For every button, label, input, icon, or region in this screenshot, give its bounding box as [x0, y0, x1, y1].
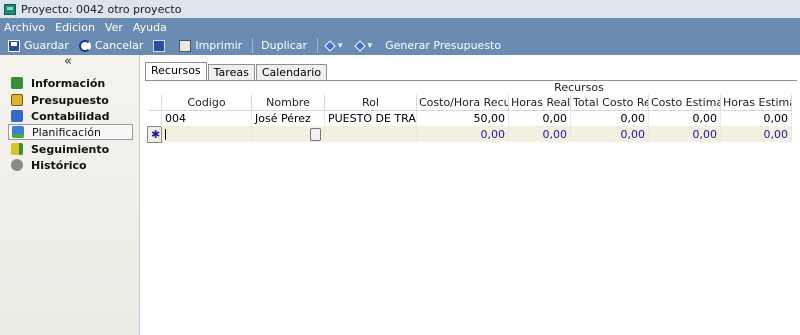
- resources-table: Codigo Nombre Rol Costo/Hora Recurso Hor…: [147, 95, 792, 143]
- menu-edicion[interactable]: Edicion: [55, 21, 95, 34]
- column-header[interactable]: Horas Estimadas: [720, 95, 792, 111]
- tab-strip: Recursos Tareas Calendario: [145, 62, 328, 80]
- cell-horas-estimadas[interactable]: 0,00: [720, 126, 792, 142]
- nav-item-label: Seguimiento: [31, 142, 110, 156]
- budget-icon: [11, 94, 23, 106]
- app-icon: [4, 3, 16, 15]
- nav-item-informacion[interactable]: Información: [8, 75, 133, 91]
- nav-item-historico[interactable]: Histórico: [8, 157, 133, 173]
- tab-recursos[interactable]: Recursos: [145, 62, 207, 80]
- generate-budget-button[interactable]: Generar Presupuesto: [385, 39, 501, 52]
- window-title: Proyecto: 0042 otro proyecto: [21, 2, 182, 16]
- lookup-button[interactable]: [310, 127, 321, 141]
- nav-item-label: Información: [31, 76, 106, 90]
- print-button[interactable]: Imprimir: [179, 39, 242, 52]
- menu-archivo[interactable]: Archivo: [4, 21, 45, 34]
- cell-horas-reales[interactable]: 0,00: [508, 110, 571, 126]
- printer-icon: [179, 39, 192, 52]
- resources-grid: Recursos Codigo Nombre Rol Costo/Hora Re…: [147, 80, 792, 143]
- save-close-button[interactable]: [153, 39, 169, 52]
- undo-icon: [78, 39, 91, 52]
- accounting-icon: [11, 110, 23, 122]
- nav-item-label: Contabilidad: [31, 109, 110, 123]
- table-row[interactable]: 004 José Pérez PUESTO DE TRABAJO 50,00 0…: [147, 110, 792, 126]
- navigate-down-button[interactable]: ▾: [353, 39, 376, 52]
- row-selector-header: [147, 95, 162, 111]
- dropdown-arrow-icon: ▾: [338, 40, 343, 51]
- menu-bar: Archivo Edicion Ver Ayuda: [0, 18, 800, 36]
- cell-horas-reales[interactable]: 0,00: [508, 126, 571, 142]
- cell-costo-hora[interactable]: 0,00: [416, 126, 509, 142]
- cell-total-costo-real[interactable]: 0,00: [570, 126, 649, 142]
- nav-item-label: Presupuesto: [31, 93, 109, 107]
- table-header-row: Codigo Nombre Rol Costo/Hora Recurso Hor…: [147, 95, 792, 111]
- row-selector[interactable]: [147, 110, 162, 126]
- cell-codigo-input[interactable]: [161, 126, 252, 142]
- navigate-up-button[interactable]: ▾: [324, 39, 346, 52]
- toolbar-separator: [252, 38, 254, 53]
- cancel-label: Cancelar: [94, 39, 144, 52]
- tab-tareas[interactable]: Tareas: [207, 64, 255, 80]
- grid-group-header: Recursos: [554, 81, 604, 94]
- planning-icon: [12, 126, 24, 138]
- save-label: Guardar: [24, 39, 69, 52]
- column-header[interactable]: Total Costo Real: [570, 95, 649, 111]
- cell-costo-estimado[interactable]: 0,00: [648, 126, 721, 142]
- save-close-icon: [153, 39, 166, 52]
- column-header[interactable]: Horas Reales: [508, 95, 571, 111]
- menu-ver[interactable]: Ver: [105, 21, 123, 34]
- history-icon: [11, 159, 23, 171]
- collapse-panel-icon[interactable]: «: [64, 54, 72, 69]
- nav-down-icon: [353, 39, 366, 52]
- left-nav-panel: « Información Presupuesto Contabilidad P…: [0, 54, 140, 335]
- nav-item-presupuesto[interactable]: Presupuesto: [8, 92, 133, 108]
- new-row[interactable]: ✱ 0,00 0,00 0,00 0,00 0,00: [147, 125, 792, 143]
- new-row-marker[interactable]: ✱: [147, 125, 162, 143]
- nav-item-label: Histórico: [31, 158, 87, 172]
- column-header[interactable]: Costo/Hora Recurso: [416, 95, 509, 111]
- nav-item-label: Planificación: [32, 125, 101, 139]
- cell-costo-hora[interactable]: 50,00: [416, 110, 509, 126]
- menu-ayuda[interactable]: Ayuda: [133, 21, 167, 34]
- cancel-button[interactable]: Cancelar: [78, 39, 144, 52]
- nav-item-contabilidad[interactable]: Contabilidad: [8, 108, 133, 124]
- main-content: Recursos Tareas Calendario Recursos Codi…: [141, 55, 800, 335]
- nav-item-planificacion[interactable]: Planificación: [8, 124, 133, 140]
- cell-rol-input[interactable]: [324, 126, 417, 142]
- tracking-icon: [11, 143, 23, 155]
- toolbar: Guardar Cancelar Imprimir Duplicar ▾ ▾ G…: [0, 36, 800, 55]
- nav-up-icon: [324, 39, 336, 52]
- info-icon: [11, 77, 23, 89]
- title-bar: Proyecto: 0042 otro proyecto: [0, 0, 800, 18]
- column-header[interactable]: Nombre: [251, 95, 325, 111]
- nav-item-seguimiento[interactable]: Seguimiento: [8, 141, 133, 157]
- cell-nombre-picker[interactable]: [251, 126, 325, 142]
- column-header[interactable]: Costo Estimado: [648, 95, 721, 111]
- cell-rol[interactable]: PUESTO DE TRABAJO: [324, 110, 417, 126]
- cell-horas-estimadas[interactable]: 0,00: [720, 110, 792, 126]
- text-cursor: [165, 129, 166, 140]
- dropdown-arrow-icon: ▾: [367, 40, 373, 51]
- cell-codigo[interactable]: 004: [161, 110, 252, 126]
- column-header[interactable]: Rol: [324, 95, 417, 111]
- generate-budget-label: Generar Presupuesto: [385, 39, 502, 52]
- toolbar-separator: [317, 38, 319, 53]
- save-icon: [8, 39, 20, 52]
- duplicate-button[interactable]: Duplicar: [261, 39, 307, 52]
- cell-total-costo-real[interactable]: 0,00: [570, 110, 649, 126]
- cell-costo-estimado[interactable]: 0,00: [648, 110, 721, 126]
- tab-calendario[interactable]: Calendario: [255, 64, 328, 80]
- duplicate-label: Duplicar: [261, 39, 308, 52]
- column-header[interactable]: Codigo: [161, 95, 252, 111]
- cell-nombre[interactable]: José Pérez: [251, 110, 325, 126]
- save-button[interactable]: Guardar: [8, 39, 69, 52]
- print-label: Imprimir: [195, 39, 243, 52]
